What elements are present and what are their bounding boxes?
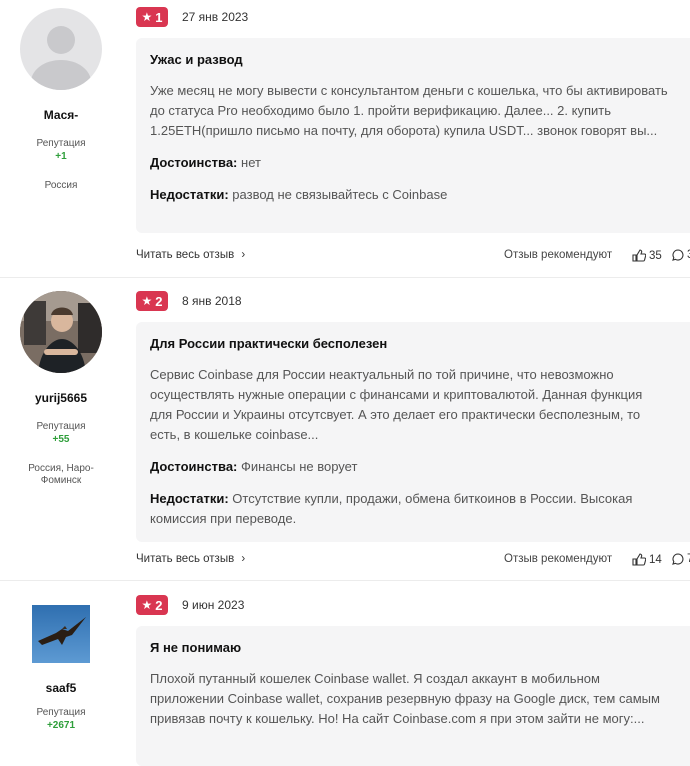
cons-label: Недостатки: bbox=[150, 187, 229, 202]
chevron-right-icon: › bbox=[241, 249, 246, 261]
reviews-page: Мася- Репутация +1 Россия ★ 1 27 янв 202… bbox=[0, 0, 690, 766]
star-icon: ★ bbox=[141, 294, 153, 308]
star-icon: ★ bbox=[141, 10, 153, 24]
cons: Недостатки: Отсутствие купли, продажи, о… bbox=[150, 489, 682, 529]
review-1-footer: Читать весь отзыв › Отзыв рекомендуют 35… bbox=[136, 249, 690, 267]
username[interactable]: saaf5 bbox=[0, 681, 122, 695]
pros-text: Финансы не ворует bbox=[241, 459, 358, 474]
reputation-value: +2671 bbox=[46, 720, 76, 731]
like-button[interactable]: 35 bbox=[632, 249, 662, 262]
user-location: Россия bbox=[44, 180, 78, 191]
star-icon: ★ bbox=[141, 598, 153, 612]
pros-label: Достоинства: bbox=[150, 155, 238, 170]
read-full-link[interactable]: Читать весь отзыв › bbox=[136, 553, 245, 565]
rating-value: 2 bbox=[155, 293, 163, 309]
review-2-header: ★ 2 8 янв 2018 bbox=[136, 290, 242, 312]
comments-button[interactable]: 7 bbox=[672, 553, 690, 565]
pros-text: нет bbox=[241, 155, 261, 170]
default-avatar[interactable] bbox=[20, 8, 102, 90]
divider bbox=[0, 277, 690, 278]
reputation-label: Репутация bbox=[36, 707, 86, 718]
bird-avatar[interactable] bbox=[32, 605, 90, 663]
comment-icon bbox=[672, 553, 684, 565]
comment-icon bbox=[672, 249, 684, 261]
username[interactable]: yurij5665 bbox=[0, 391, 122, 405]
pros: Достоинства: Финансы не ворует bbox=[150, 457, 682, 477]
divider bbox=[0, 580, 690, 581]
pros: Достоинства: нет bbox=[150, 153, 682, 173]
thumbs-up-icon bbox=[632, 249, 646, 262]
review-title[interactable]: Я не понимаю bbox=[150, 640, 682, 655]
review-3-author: saaf5 Репутация +2671 bbox=[0, 605, 122, 731]
comments-button[interactable]: 3 bbox=[672, 249, 690, 261]
review-2-author: yurij5665 Репутация +55 Россия, Наро-Фом… bbox=[0, 291, 122, 487]
like-button[interactable]: 14 bbox=[632, 553, 662, 566]
cons-label: Недостатки: bbox=[150, 491, 229, 506]
review-1-card[interactable]: Ужас и развод Уже месяц не могу вывести … bbox=[136, 38, 690, 233]
review-text: Сервис Coinbase для России неактуальный … bbox=[150, 367, 643, 442]
rating-badge: ★ 1 bbox=[136, 7, 168, 27]
like-count: 35 bbox=[649, 249, 662, 262]
reputation-label: Репутация bbox=[36, 138, 86, 149]
read-full-link[interactable]: Читать весь отзыв › bbox=[136, 249, 245, 261]
review-1-author: Мася- Репутация +1 Россия bbox=[0, 8, 122, 192]
cons-text: развод не связывайтесь с Coinbase bbox=[232, 187, 448, 202]
review-2-card[interactable]: Для России практически бесполезен Сервис… bbox=[136, 322, 690, 542]
review-2-footer: Читать весь отзыв › Отзыв рекомендуют 14… bbox=[136, 553, 690, 571]
rating-badge: ★ 2 bbox=[136, 291, 168, 311]
rating-value: 2 bbox=[155, 597, 163, 613]
chevron-right-icon: › bbox=[241, 553, 246, 565]
read-full-label: Читать весь отзыв bbox=[136, 553, 235, 565]
username[interactable]: Мася- bbox=[0, 108, 122, 122]
reputation-value: +55 bbox=[52, 434, 70, 445]
review-text: Уже месяц не могу вывести с консультанто… bbox=[150, 83, 668, 138]
cons: Недостатки: развод не связывайтесь с Coi… bbox=[150, 185, 682, 205]
review-title[interactable]: Ужас и развод bbox=[150, 52, 682, 67]
user-location: Россия, Наро-Фоминск bbox=[28, 463, 94, 486]
review-text: Плохой путанный кошелек Coinbase wallet.… bbox=[150, 671, 660, 726]
rating-value: 1 bbox=[155, 9, 163, 25]
read-full-label: Читать весь отзыв bbox=[136, 249, 235, 261]
recommend-label: Отзыв рекомендуют bbox=[504, 249, 613, 261]
reputation-label: Репутация bbox=[36, 421, 86, 432]
review-date: 8 янв 2018 bbox=[182, 294, 242, 308]
review-date: 9 июн 2023 bbox=[182, 598, 245, 612]
pros-label: Достоинства: bbox=[150, 459, 238, 474]
recommend-label: Отзыв рекомендуют bbox=[504, 553, 613, 565]
like-count: 14 bbox=[649, 553, 662, 566]
review-date: 27 янв 2023 bbox=[182, 10, 249, 24]
review-title[interactable]: Для России практически бесполезен bbox=[150, 336, 682, 351]
rating-badge: ★ 2 bbox=[136, 595, 168, 615]
reputation-value: +1 bbox=[55, 151, 67, 162]
review-3-header: ★ 2 9 июн 2023 bbox=[136, 594, 244, 616]
review-3-card[interactable]: Я не понимаю Плохой путанный кошелек Coi… bbox=[136, 626, 690, 766]
photo-avatar[interactable] bbox=[20, 291, 102, 373]
review-1-header: ★ 1 27 янв 2023 bbox=[136, 6, 248, 28]
thumbs-up-icon bbox=[632, 553, 646, 566]
